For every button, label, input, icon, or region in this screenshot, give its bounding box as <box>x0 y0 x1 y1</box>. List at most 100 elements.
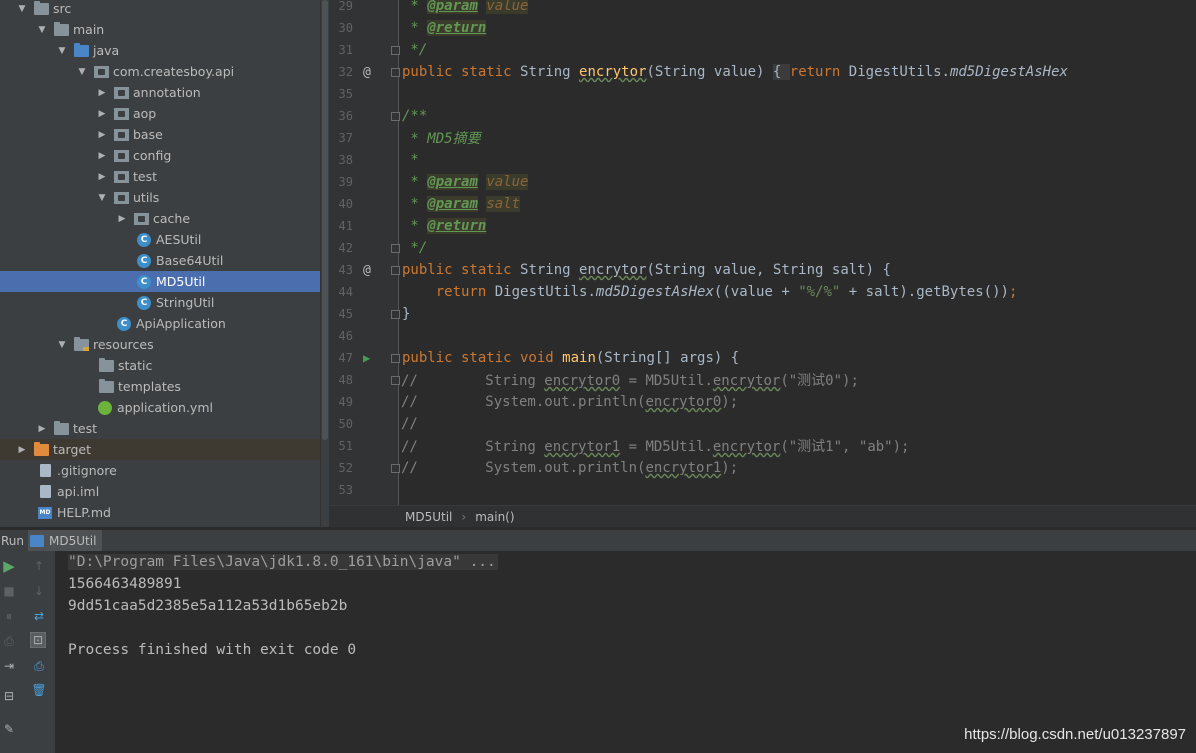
fold-marker-icon[interactable] <box>391 463 400 473</box>
chevron-right-icon[interactable]: ▶ <box>16 445 28 455</box>
fold-marker-icon[interactable] <box>391 375 400 385</box>
code-line[interactable]: 50 // <box>329 413 1196 435</box>
exit-icon[interactable]: ⇥ <box>1 658 17 674</box>
chevron-down-icon[interactable]: ▼ <box>36 25 48 35</box>
code-line[interactable]: 44 return DigestUtils.md5DigestAsHex((va… <box>329 281 1196 303</box>
console-command-line[interactable]: "D:\Program Files\Java\jdk1.8.0_161\bin\… <box>68 554 498 570</box>
code-line[interactable]: 51 // String encrytor1 = MD5Util.encrytor… <box>329 435 1196 457</box>
chevron-right-icon[interactable]: ▶ <box>36 424 48 434</box>
code-line[interactable]: 36 /** <box>329 105 1196 127</box>
fold-marker-icon[interactable] <box>391 353 400 363</box>
tree-item-static[interactable]: static <box>0 355 320 376</box>
stop-icon[interactable]: ■ <box>1 583 17 599</box>
fold-marker-icon[interactable] <box>391 45 400 55</box>
tree-item-base[interactable]: ▶ base <box>0 124 320 145</box>
tree-item-config[interactable]: ▶ config <box>0 145 320 166</box>
tree-item-base64util[interactable]: C Base64Util <box>0 250 320 271</box>
tree-item-templates[interactable]: templates <box>0 376 320 397</box>
arrow-down-icon[interactable]: ↓ <box>31 583 47 599</box>
tree-item-api-iml[interactable]: api.iml <box>0 481 320 502</box>
run-gutter-icon[interactable]: ▶ <box>363 351 370 365</box>
code-line[interactable]: 38 * <box>329 149 1196 171</box>
arrow-up-icon[interactable]: ↑ <box>31 558 47 574</box>
chevron-down-icon[interactable]: ▼ <box>76 67 88 77</box>
folded-region[interactable]: { <box>772 64 790 80</box>
code-line[interactable]: 53 <box>329 479 1196 501</box>
dump-threads-icon[interactable]: ⎙ <box>1 633 17 649</box>
tree-item-src[interactable]: ▼ src <box>0 0 320 19</box>
chevron-right-icon[interactable]: ▶ <box>96 151 108 161</box>
scroll-to-end-icon[interactable]: ⊡ <box>30 632 46 648</box>
tree-item-resources[interactable]: ▼ resources <box>0 334 320 355</box>
fold-marker-icon[interactable] <box>391 111 400 121</box>
soft-wrap-icon[interactable]: ⇄ <box>31 608 47 624</box>
breadcrumb-method[interactable]: main() <box>475 510 514 524</box>
chevron-down-icon[interactable]: ▼ <box>16 4 28 14</box>
code-line[interactable]: 40 * @param salt <box>329 193 1196 215</box>
code-line[interactable]: 52 // System.out.println(encrytor1); <box>329 457 1196 479</box>
code-line[interactable]: 35 <box>329 83 1196 105</box>
chevron-down-icon[interactable]: ▼ <box>56 46 68 56</box>
chevron-right-icon[interactable]: ▶ <box>96 88 108 98</box>
comment-text: // <box>401 416 418 432</box>
tree-item-gitignore[interactable]: .gitignore <box>0 460 320 481</box>
code-line[interactable]: 42 */ <box>329 237 1196 259</box>
code-line[interactable]: 30 * @return <box>329 17 1196 39</box>
tree-item-java[interactable]: ▼ java <box>0 40 320 61</box>
chevron-right-icon[interactable]: ▶ <box>96 109 108 119</box>
tree-item-stringutil[interactable]: C StringUtil <box>0 292 320 313</box>
override-marker-icon[interactable]: @ <box>363 65 371 80</box>
chevron-right-icon[interactable]: ▶ <box>96 130 108 140</box>
code-line[interactable]: 47 ▶ public static void main(String[] args… <box>329 347 1196 369</box>
chevron-down-icon[interactable]: ▼ <box>96 193 108 203</box>
code-line[interactable]: 48 // String encrytor0 = MD5Util.encrytor… <box>329 369 1196 391</box>
tree-item-md5util[interactable]: C MD5Util <box>0 271 320 292</box>
override-marker-icon[interactable]: @ <box>363 263 371 278</box>
code-line[interactable]: 39 * @param value <box>329 171 1196 193</box>
tree-item-test-folder[interactable]: ▶ test <box>0 418 320 439</box>
tree-item-aesutil[interactable]: C AESUtil <box>0 229 320 250</box>
tree-scrollbar[interactable] <box>320 0 329 527</box>
code-line[interactable]: 45} <box>329 303 1196 325</box>
code-editor[interactable]: 29 * @param value 30 * @return 31 */ 32 @… <box>329 0 1196 505</box>
chevron-right-icon[interactable]: ▶ <box>96 172 108 182</box>
code-line[interactable]: 43 @ public static String encrytor(String … <box>329 259 1196 281</box>
tree-item-package-root[interactable]: ▼ com.createsboy.api <box>0 61 320 82</box>
pause-icon[interactable]: ⏸ <box>1 608 17 624</box>
pin-icon[interactable]: ✎ <box>1 721 17 737</box>
print-icon[interactable]: ⎙ <box>31 658 47 674</box>
breadcrumb-class[interactable]: MD5Util <box>405 510 452 524</box>
code-line[interactable]: 32 @ public static String encrytor(String … <box>329 61 1196 83</box>
fold-marker-icon[interactable] <box>391 243 400 253</box>
run-tab-md5util[interactable]: MD5Util <box>28 529 103 552</box>
code-text: DigestUtils. <box>494 284 596 300</box>
trash-icon[interactable]: 🗑 <box>31 682 47 698</box>
fold-marker-icon[interactable] <box>391 309 400 319</box>
tree-item-utils[interactable]: ▼ utils <box>0 187 320 208</box>
code-line[interactable]: 49 // System.out.println(encrytor0); <box>329 391 1196 413</box>
code-line[interactable]: 31 */ <box>329 39 1196 61</box>
tree-item-application-yml[interactable]: application.yml <box>0 397 320 418</box>
chevron-down-icon[interactable]: ▼ <box>56 340 68 350</box>
tree-item-aop[interactable]: ▶ aop <box>0 103 320 124</box>
class-icon: C <box>137 295 151 310</box>
fold-expand-icon[interactable] <box>391 67 400 77</box>
code-line[interactable]: 37 * MD5摘要 <box>329 127 1196 149</box>
fold-marker-icon[interactable] <box>391 265 400 275</box>
code-line[interactable]: 46 <box>329 325 1196 347</box>
layout-icon[interactable]: ⊟ <box>1 688 17 704</box>
rerun-icon[interactable]: ▶ <box>1 557 17 575</box>
tree-item-apiapplication[interactable]: C ApiApplication <box>0 313 320 334</box>
tree-item-target[interactable]: ▶ target <box>0 439 320 460</box>
code-line[interactable]: 41 * @return <box>329 215 1196 237</box>
chevron-right-icon[interactable]: ▶ <box>116 214 128 224</box>
tree-item-help-md[interactable]: MD HELP.md <box>0 502 320 523</box>
tree-item-test-package[interactable]: ▶ test <box>0 166 320 187</box>
tree-item-main[interactable]: ▼ main <box>0 19 320 40</box>
code-line[interactable]: 29 * @param value <box>329 0 1196 17</box>
comment-text: = MD5Util. <box>620 439 713 455</box>
tree-item-annotation[interactable]: ▶ annotation <box>0 82 320 103</box>
tree-scrollbar-thumb[interactable] <box>322 0 328 440</box>
console-output[interactable]: "D:\Program Files\Java\jdk1.8.0_161\bin\… <box>55 551 1196 753</box>
tree-item-cache[interactable]: ▶ cache <box>0 208 320 229</box>
